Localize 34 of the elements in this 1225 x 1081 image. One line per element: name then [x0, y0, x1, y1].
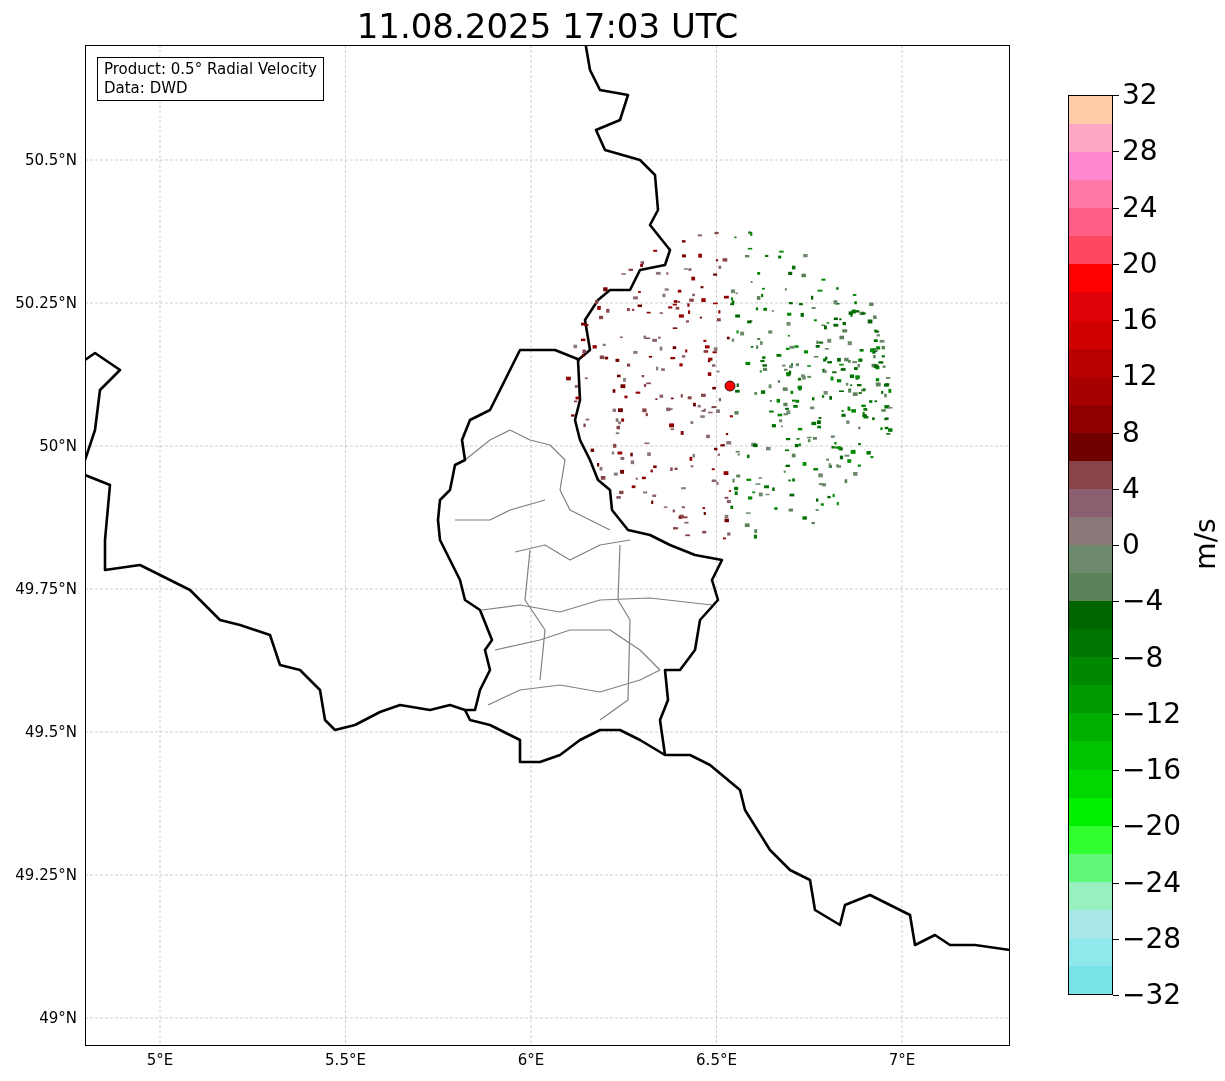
x-axis-label: 7°E	[887, 1051, 917, 1069]
y-axis-label: 49°N	[39, 1009, 77, 1027]
y-axis-label: 50.25°N	[15, 294, 77, 312]
colorbar-tick-label: 12	[1122, 360, 1158, 393]
colorbar-tick-label: 4	[1122, 472, 1140, 505]
info-text: Product: 0.5° Radial Velocity	[104, 60, 317, 79]
colorbar-tick-label: −28	[1122, 922, 1182, 955]
x-axis-label: 5°E	[145, 1051, 175, 1069]
tick-mark	[1113, 995, 1119, 996]
colorbar-tick-label: 8	[1122, 416, 1140, 449]
colorbar-tick-label: −24	[1122, 866, 1182, 899]
colorbar-tick-label: −4	[1122, 585, 1164, 618]
colorbar-label: m/s	[1188, 517, 1223, 572]
colorbar-tick-label: 32	[1122, 79, 1158, 111]
y-axis-label: 49.5°N	[24, 723, 77, 741]
colorbar-tick-label: −16	[1122, 754, 1182, 786]
y-axis-label: 49.75°N	[15, 580, 77, 598]
colorbar-tick-label: −32	[1122, 979, 1182, 1011]
chart-title: 11.08.2025 17:03 UTC	[355, 5, 740, 48]
y-axis-label: 50°N	[39, 437, 77, 455]
y-axis-label: 49.25°N	[15, 866, 77, 884]
colorbar-tick-label: −12	[1122, 697, 1182, 730]
x-axis-label: 6.5°E	[695, 1051, 738, 1069]
colorbar-tick-label: −8	[1122, 641, 1164, 674]
colorbar-tick-label: 0	[1122, 529, 1140, 561]
colorbar-tick-label: 24	[1122, 191, 1158, 224]
x-axis-label: 6°E	[516, 1051, 546, 1069]
colorbar-tick-label: 20	[1122, 247, 1158, 280]
y-axis-label: 50.5°N	[24, 151, 77, 169]
info-text: Data: DWD	[104, 79, 189, 98]
colorbar-tick-label: 28	[1122, 135, 1158, 168]
colorbar-tick-label: −20	[1122, 810, 1182, 843]
x-axis-label: 5.5°E	[324, 1051, 367, 1069]
colorbar-tick-label: 16	[1122, 304, 1158, 336]
